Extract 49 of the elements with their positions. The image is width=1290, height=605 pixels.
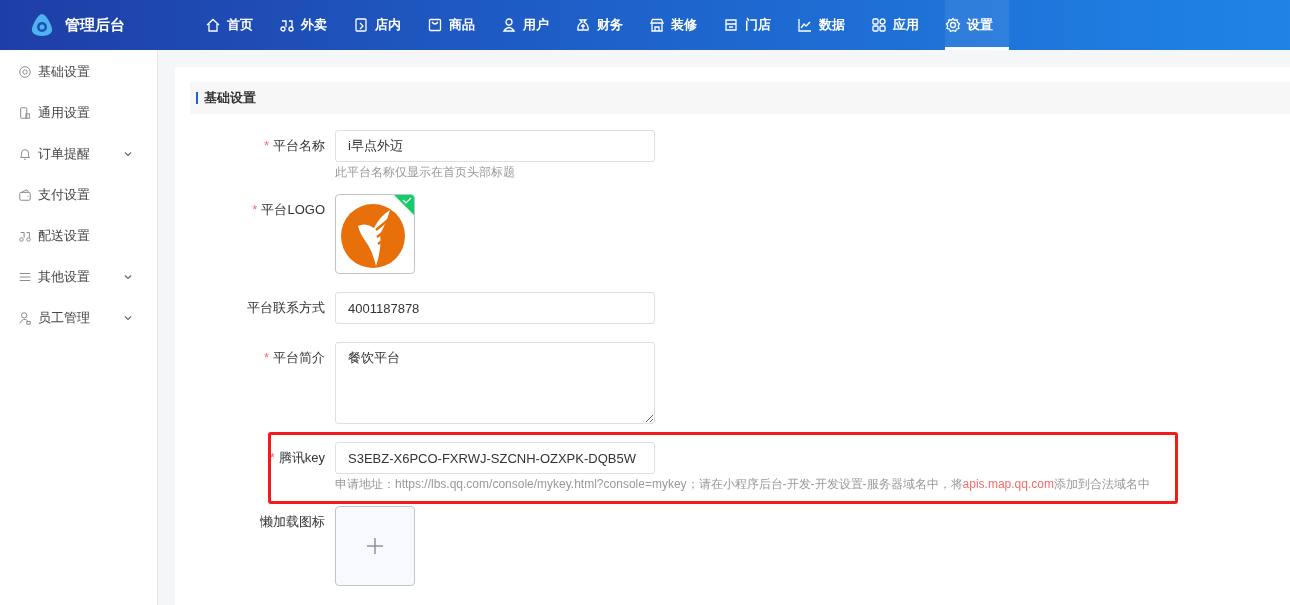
line-chart-icon [797, 17, 813, 33]
sidebar-item[interactable]: 支付设置 [0, 174, 157, 215]
field-label: * 平台简介 [262, 349, 325, 367]
grid-icon [871, 17, 887, 33]
sidebar-item[interactable]: 配送设置 [0, 215, 157, 256]
hint-text: 申请地址：https://lbs.qq.com/console/mykey.html?console=mykey；请在小程序后台-开发-开发设置-服务器域名中，将apis.map.qq.com添加到合法域名中 [335, 477, 1150, 492]
user-icon [18, 310, 32, 325]
wallet-icon [18, 187, 32, 202]
sidebar-item[interactable]: 员工管理 [0, 297, 157, 338]
sidebar-item[interactable]: 订单提醒 [0, 133, 157, 174]
store-icon [723, 17, 739, 33]
bell-icon [18, 146, 32, 161]
phone-icon [18, 105, 32, 120]
nav-tab[interactable]: 门店 [723, 0, 787, 50]
settings-icon [945, 17, 961, 33]
bag-icon [427, 17, 443, 33]
text-area[interactable]: 餐饮平台 [335, 342, 655, 424]
logo-icon [29, 12, 55, 38]
text-field[interactable]: 4001187878 [335, 292, 655, 324]
home-icon [205, 17, 221, 33]
sidebar-item[interactable]: 其他设置 [0, 256, 157, 297]
user-icon [501, 17, 517, 33]
nav-tab[interactable]: 外卖 [279, 0, 343, 50]
nav-tab[interactable]: 财务 [575, 0, 639, 50]
nav-tab[interactable]: 用户 [501, 0, 565, 50]
plus-icon [366, 537, 384, 555]
image-thumbnail[interactable] [335, 194, 415, 274]
gear-icon [18, 64, 32, 79]
field-label: * 平台名称 [262, 137, 325, 155]
field-label: 懒加载图标 [259, 513, 325, 531]
field-label: 平台联系方式 [246, 299, 325, 317]
text-field[interactable]: S3EBZ-X6PCO-FXRWJ-SZCNH-OZXPK-DQB5W [335, 442, 655, 474]
sidebar-item[interactable]: 通用设置 [0, 92, 157, 133]
nav-tab[interactable]: 店内 [353, 0, 417, 50]
sidebar-item[interactable]: 基础设置 [0, 51, 157, 92]
nav-tab[interactable]: 应用 [871, 0, 935, 50]
shop-icon [649, 17, 665, 33]
text-field[interactable]: i早点外迈 [335, 130, 655, 162]
upload-button[interactable] [335, 506, 415, 586]
hint-text: 此平台名称仅显示在首页头部标题 [335, 165, 515, 180]
field-label: * 平台LOGO [251, 201, 325, 219]
nav-tab[interactable]: 商品 [427, 0, 491, 50]
money-bag-icon [575, 17, 591, 33]
app-title: 管理后台 [65, 15, 125, 35]
nav-tab[interactable]: 数据 [797, 0, 861, 50]
nav-tab[interactable]: 装修 [649, 0, 713, 50]
nav-tab[interactable]: 设置 [945, 0, 1009, 50]
section-title: 基础设置 [196, 92, 256, 104]
nav-tab[interactable]: 首页 [205, 0, 269, 50]
